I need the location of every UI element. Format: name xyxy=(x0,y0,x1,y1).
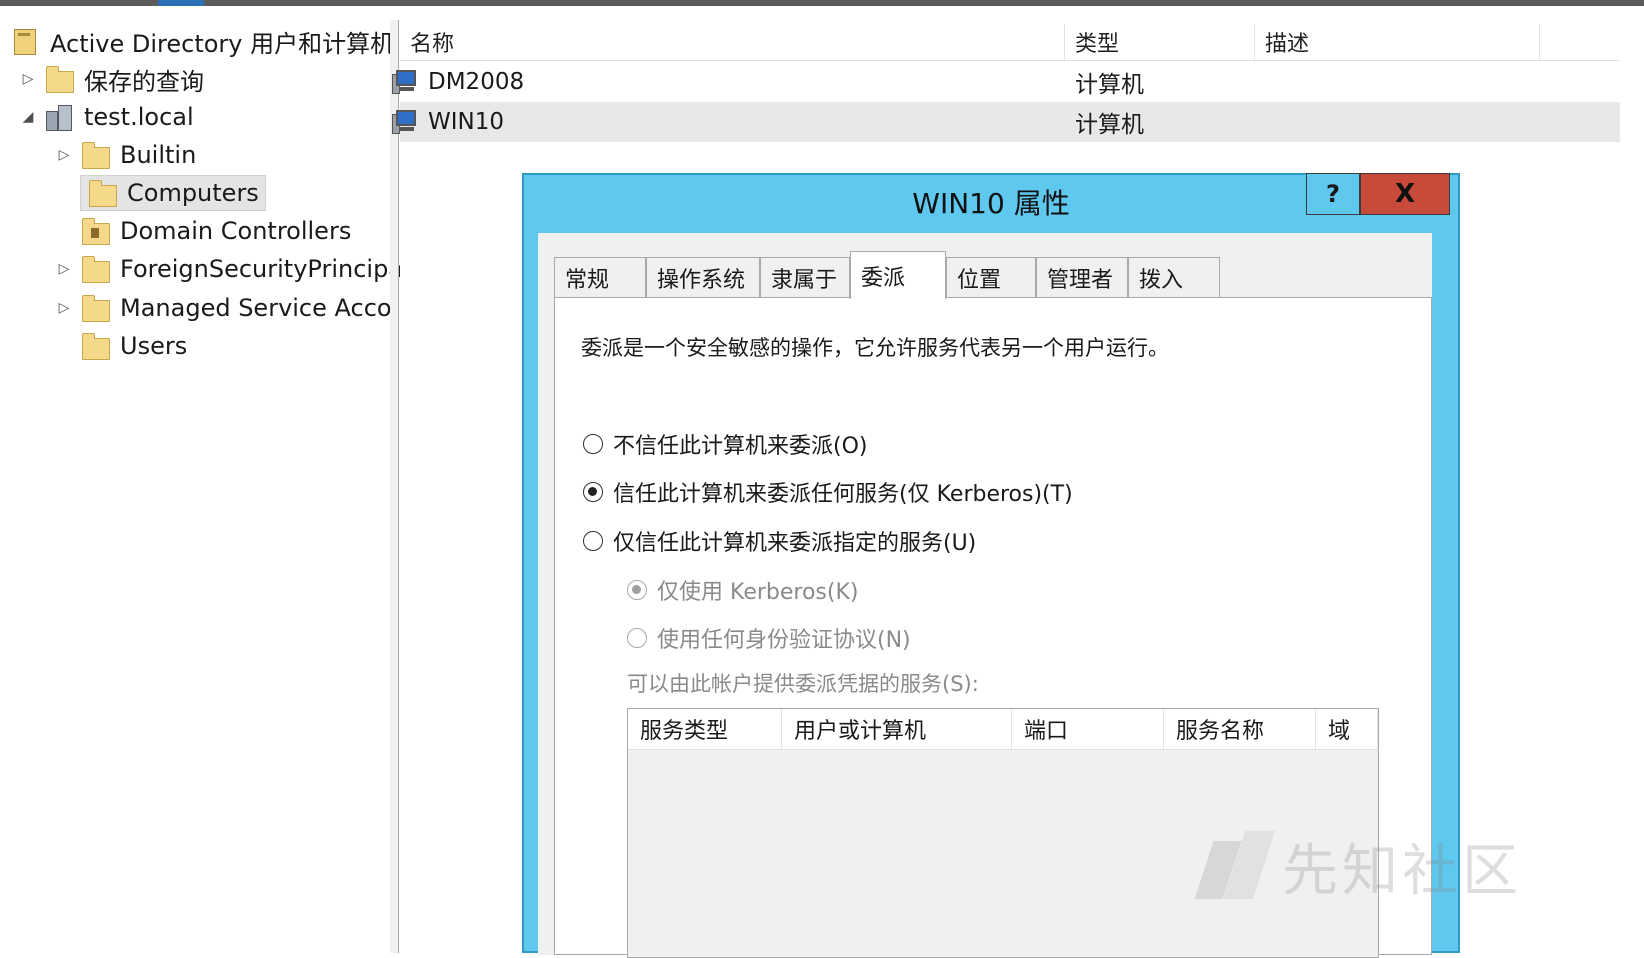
radio-label: 仅使用 Kerberos(K) xyxy=(657,580,859,605)
tree-item-ad-root[interactable]: Active Directory 用户和计算机 xyxy=(10,22,401,60)
tree-item-label: ForeignSecurityPrincipa xyxy=(120,255,404,283)
column-header-user-or-computer[interactable]: 用户或计算机 xyxy=(782,709,1012,749)
tree-item-computers[interactable]: Computers xyxy=(80,174,266,212)
tab-general[interactable]: 常规 xyxy=(554,257,646,297)
radio-trust-any-service[interactable]: 信任此计算机来委派任何服务(仅 Kerberos)(T) xyxy=(583,476,1073,508)
column-header-domain[interactable]: 域 xyxy=(1316,709,1378,749)
computer-icon xyxy=(392,68,422,96)
list-row-selected[interactable]: WIN10 计算机 xyxy=(392,102,1620,142)
active-tab-indicator xyxy=(158,0,204,6)
tree-item-domain-controllers[interactable]: Domain Controllers xyxy=(80,212,358,250)
tree-item-saved-queries[interactable]: ▷ 保存的查询 xyxy=(18,60,211,98)
domain-icon xyxy=(44,103,74,131)
column-header-service-name[interactable]: 服务名称 xyxy=(1164,709,1316,749)
radio-no-trust[interactable]: 不信任此计算机来委派(O) xyxy=(583,428,867,460)
tree-item-label: Active Directory 用户和计算机 xyxy=(50,29,395,58)
tab-member-of[interactable]: 隶属于 xyxy=(760,257,850,297)
navigation-tree: Active Directory 用户和计算机 ▷ 保存的查询 ◢ test.l… xyxy=(4,20,403,953)
tree-item-foreign-security[interactable]: ▷ ForeignSecurityPrincipa xyxy=(54,250,410,288)
expand-arrow-icon[interactable]: ▷ xyxy=(54,145,74,165)
services-label: 可以由此帐户提供委派凭据的服务(S): xyxy=(627,672,979,696)
tab-location[interactable]: 位置 xyxy=(946,257,1036,297)
tree-item-label: Builtin xyxy=(120,141,197,169)
radio-kerberos-only[interactable]: 仅使用 Kerberos(K) xyxy=(627,574,858,606)
column-header-type[interactable]: 类型 xyxy=(1065,24,1255,60)
column-header-service-type[interactable]: 服务类型 xyxy=(628,709,782,749)
radio-label: 信任此计算机来委派任何服务(仅 Kerberos)(T) xyxy=(613,482,1073,507)
folder-icon xyxy=(80,141,110,169)
column-header-name[interactable]: 名称 xyxy=(400,24,1065,60)
top-strip xyxy=(0,0,1644,6)
watermark-logo-icon xyxy=(1204,831,1268,901)
row-name: WIN10 xyxy=(428,109,504,135)
watermark-text: 先知社区 xyxy=(1282,838,1522,904)
radio-circle-icon xyxy=(627,628,647,648)
list-header: 名称 类型 描述 xyxy=(400,24,1620,61)
expand-arrow-icon[interactable]: ▷ xyxy=(18,69,38,89)
folder-icon xyxy=(44,65,74,93)
tree-item-label: 保存的查询 xyxy=(84,67,204,96)
tree-item-label: Users xyxy=(120,332,188,360)
pane-splitter[interactable] xyxy=(390,20,399,953)
radio-selected-icon xyxy=(627,580,647,600)
tree-item-builtin[interactable]: ▷ Builtin xyxy=(54,136,203,174)
folder-icon xyxy=(80,294,110,322)
expand-arrow-icon[interactable]: ▷ xyxy=(54,298,74,318)
radio-circle-icon xyxy=(583,531,603,551)
watermark: 先知社区 xyxy=(1204,826,1534,906)
tree-item-label: test.local xyxy=(84,103,194,131)
tree-item-managed-service[interactable]: ▷ Managed Service Acco xyxy=(54,289,399,327)
tree-item-users[interactable]: Users xyxy=(80,327,194,365)
tree-item-label: Domain Controllers xyxy=(120,217,352,245)
tree-item-domain[interactable]: ◢ test.local xyxy=(18,98,201,136)
column-header-description[interactable]: 描述 xyxy=(1255,24,1540,60)
tree-item-label: Computers xyxy=(127,179,259,207)
column-header-port[interactable]: 端口 xyxy=(1012,709,1164,749)
close-button[interactable]: X xyxy=(1360,173,1450,215)
radio-trust-specified[interactable]: 仅信任此计算机来委派指定的服务(U) xyxy=(583,525,976,557)
collapse-arrow-icon[interactable]: ◢ xyxy=(18,107,38,127)
row-type: 计算机 xyxy=(1075,72,1144,98)
ou-folder-icon xyxy=(80,217,110,245)
list-row[interactable]: DM2008 计算机 xyxy=(392,62,1620,102)
help-button[interactable]: ? xyxy=(1306,173,1360,215)
expand-arrow-icon[interactable]: ▷ xyxy=(54,259,74,279)
tree-item-selected: Computers xyxy=(80,175,266,211)
radio-circle-icon xyxy=(583,434,603,454)
tab-operating-system[interactable]: 操作系统 xyxy=(646,257,760,297)
tab-delegation[interactable]: 委派 xyxy=(850,251,946,299)
radio-any-protocol[interactable]: 使用任何身份验证协议(N) xyxy=(627,622,911,654)
tab-managed-by[interactable]: 管理者 xyxy=(1036,257,1128,297)
folder-icon xyxy=(87,179,117,207)
radio-label: 仅信任此计算机来委派指定的服务(U) xyxy=(613,531,977,556)
tree-item-label: Managed Service Acco xyxy=(120,294,392,322)
delegation-description: 委派是一个安全敏感的操作，它允许服务代表另一个用户运行。 xyxy=(581,336,1169,360)
row-type: 计算机 xyxy=(1075,112,1144,138)
row-name: DM2008 xyxy=(428,69,525,95)
radio-label: 不信任此计算机来委派(O) xyxy=(613,434,868,459)
tab-dial-in[interactable]: 拨入 xyxy=(1128,257,1220,297)
radio-label: 使用任何身份验证协议(N) xyxy=(657,628,911,653)
radio-selected-icon xyxy=(583,482,603,502)
folder-icon xyxy=(80,255,110,283)
services-table-header: 服务类型 用户或计算机 端口 服务名称 域 xyxy=(628,709,1378,750)
folder-icon xyxy=(80,332,110,360)
ad-root-icon xyxy=(10,27,40,55)
computer-icon xyxy=(392,108,422,136)
